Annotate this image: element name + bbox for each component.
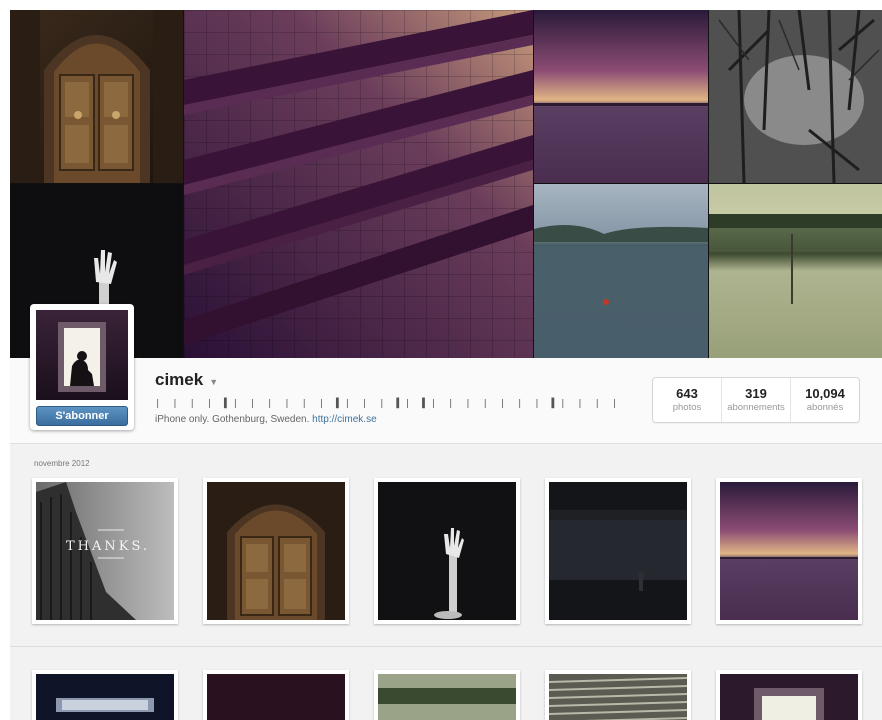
stat-following[interactable]: 319 abonnements xyxy=(722,378,791,422)
month-label: novembre 2012 xyxy=(34,459,90,468)
profile-header: S'abonner cimek ▼ | | | | ▌| | | | | | ▌… xyxy=(10,304,882,444)
photo-thumb[interactable] xyxy=(716,670,862,720)
stat-label: abonnements xyxy=(727,402,785,413)
profile-page: S'abonner cimek ▼ | | | | ▌| | | | | | ▌… xyxy=(10,10,882,720)
photo-thumb[interactable] xyxy=(32,670,178,720)
stat-label: photos xyxy=(672,402,702,413)
user-info: cimek ▼ | | | | ▌| | | | | | ▌| | | ▌| ▌… xyxy=(155,370,625,428)
stat-value: 643 xyxy=(676,386,698,401)
avatar[interactable] xyxy=(36,310,128,400)
chevron-down-icon[interactable]: ▼ xyxy=(209,377,218,387)
stats-box: 643 photos 319 abonnements 10,094 abonné… xyxy=(652,377,860,423)
photo-thumb[interactable] xyxy=(203,670,349,720)
cover-photo-trees[interactable] xyxy=(709,10,882,183)
photo-thumb[interactable] xyxy=(203,478,349,624)
bio-text: iPhone only. Gothenburg, Sweden. xyxy=(155,414,310,425)
cover-mosaic xyxy=(10,10,882,358)
photo-thumb[interactable] xyxy=(374,478,520,624)
photo-thumb[interactable] xyxy=(716,478,862,624)
stat-label: abonnés xyxy=(806,402,844,413)
cover-photo-architecture[interactable] xyxy=(184,10,533,358)
photo-thumb[interactable] xyxy=(545,478,691,624)
bio: | | | | ▌| | | | | | ▌| | | ▌| ▌| | | | … xyxy=(155,396,625,428)
stat-value: 319 xyxy=(745,386,767,401)
photo-thumb[interactable]: THANKS. xyxy=(32,478,178,624)
cover-photo-sunset[interactable] xyxy=(534,10,708,183)
stat-photos[interactable]: 643 photos xyxy=(653,378,722,422)
stat-value: 10,094 xyxy=(805,386,845,401)
photo-thumb[interactable] xyxy=(545,670,691,720)
photo-caption: THANKS. xyxy=(66,539,150,554)
avatar-card: S'abonner xyxy=(30,304,134,430)
photo-thumb[interactable] xyxy=(374,670,520,720)
bio-link[interactable]: http://cimek.se xyxy=(312,414,376,425)
bio-bars: | | | | ▌| | | | | | ▌| | | ▌| ▌| | | | … xyxy=(155,399,621,409)
cover-photo-door[interactable] xyxy=(10,10,183,183)
username: cimek xyxy=(155,370,204,389)
cover-photo-lake-forest[interactable] xyxy=(709,184,882,358)
stat-followers[interactable]: 10,094 abonnés xyxy=(791,378,859,422)
follow-button[interactable]: S'abonner xyxy=(36,406,128,426)
cover-photo-lake[interactable] xyxy=(534,184,708,358)
row-divider xyxy=(10,646,882,647)
